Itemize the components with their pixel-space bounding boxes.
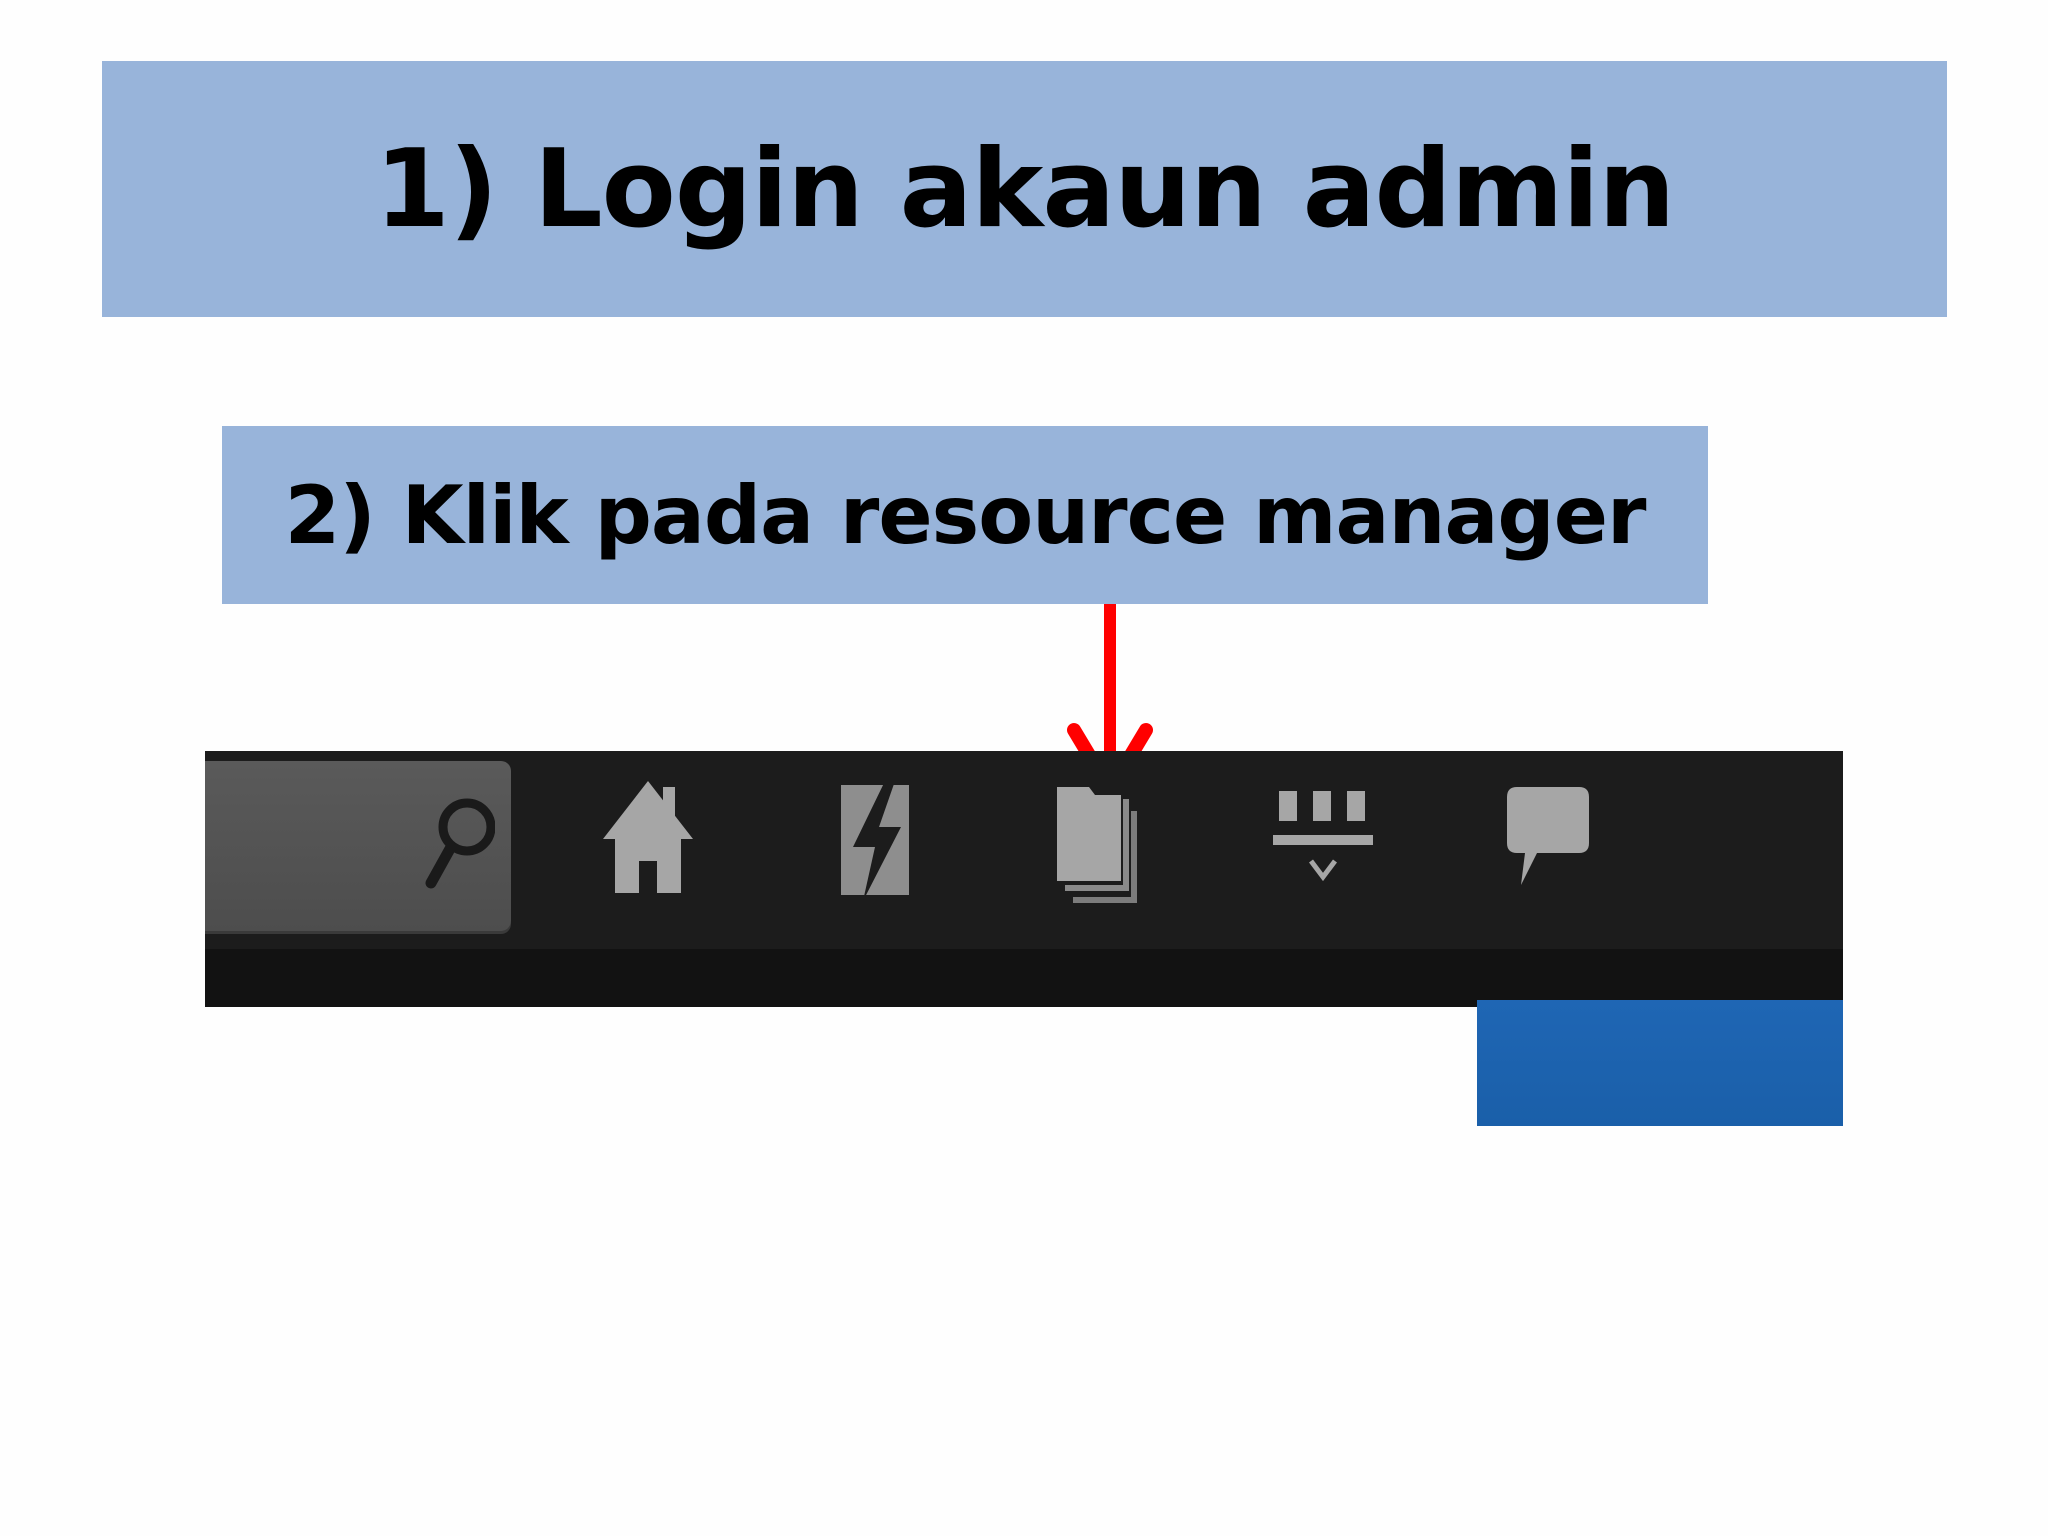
step-1-banner: 1) Login akaun admin bbox=[102, 61, 1947, 317]
step-2-text: 2) Klik pada resource manager bbox=[284, 468, 1647, 562]
home-icon[interactable] bbox=[603, 781, 693, 901]
toolbar-screenshot bbox=[205, 751, 1843, 1007]
files-icon[interactable] bbox=[1055, 781, 1145, 911]
chat-icon[interactable] bbox=[1503, 781, 1593, 901]
search-input[interactable] bbox=[205, 761, 511, 931]
toolbar-bottom-strip bbox=[205, 949, 1843, 1007]
step-2-banner: 2) Klik pada resource manager bbox=[222, 426, 1708, 604]
blue-panel bbox=[1477, 1000, 1843, 1126]
sort-icon[interactable] bbox=[1273, 781, 1373, 901]
step-1-text: 1) Login akaun admin bbox=[374, 126, 1676, 252]
search-icon bbox=[425, 798, 495, 889]
bolt-icon[interactable] bbox=[835, 781, 915, 901]
